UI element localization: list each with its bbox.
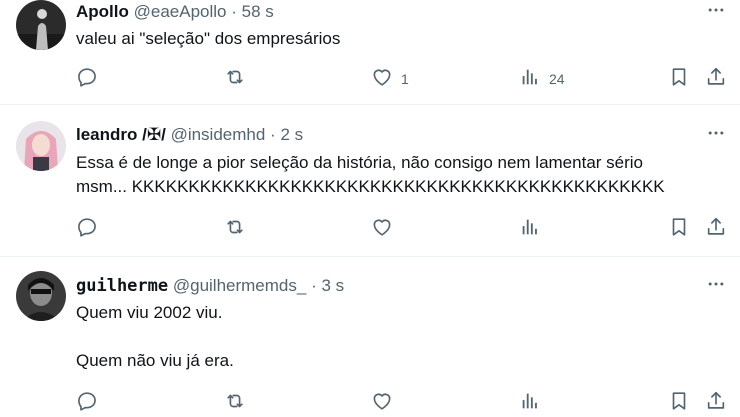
bookmark-button[interactable] (668, 391, 690, 415)
like-button[interactable]: 1 (371, 67, 409, 91)
user-handle[interactable]: @guilhermemds_ (173, 276, 306, 295)
user-name[interactable]: leandro /✠/ (76, 125, 166, 144)
bookmark-icon (668, 390, 690, 417)
reply-icon (76, 390, 98, 417)
retweet-button[interactable] (224, 217, 246, 241)
avatar[interactable] (16, 121, 66, 171)
tweet[interactable]: guilherme @guilhermemds_ · 3 s Quem viu … (0, 257, 740, 416)
user-handle[interactable]: @eaeApollo (134, 2, 227, 21)
reply-icon (76, 216, 98, 243)
separator: · (270, 125, 276, 144)
share-icon (705, 216, 727, 243)
tweet-text: Quem viu 2002 viu. Quem não viu já era. (76, 303, 234, 370)
tweet-text: valeu ai "seleção" dos empresários (76, 29, 341, 48)
share-icon (705, 390, 727, 417)
tweet-header: Apollo @eaeApollo · 58 s (76, 2, 274, 22)
action-bar: 1 24 (76, 67, 736, 91)
views-icon (519, 66, 541, 93)
separator: · (311, 276, 317, 295)
share-button[interactable] (705, 391, 727, 415)
action-bar (76, 217, 736, 241)
timestamp[interactable]: 2 s (280, 125, 303, 144)
more-icon[interactable] (704, 274, 728, 294)
like-button[interactable] (371, 391, 401, 415)
views-button[interactable] (519, 391, 549, 415)
tweet[interactable]: leandro /✠/ @insidemhd · 2 s Essa é de l… (0, 105, 740, 257)
reply-button[interactable] (76, 217, 98, 241)
views-count: 24 (549, 71, 565, 87)
like-icon (371, 66, 393, 93)
avatar[interactable] (16, 271, 66, 321)
share-icon (705, 66, 727, 93)
views-button[interactable] (519, 217, 549, 241)
separator: · (231, 2, 237, 21)
retweet-icon (224, 66, 246, 93)
tweet-header: leandro /✠/ @insidemhd · 2 s (76, 125, 303, 145)
user-handle[interactable]: @insidemhd (171, 125, 266, 144)
share-button[interactable] (705, 217, 727, 241)
user-name[interactable]: Apollo (76, 2, 129, 21)
tweet-header: guilherme @guilhermemds_ · 3 s (76, 276, 344, 296)
reply-button[interactable] (76, 391, 98, 415)
tweet-text: Essa é de longe a pior seleção da histór… (76, 153, 665, 196)
views-icon (519, 216, 541, 243)
like-button[interactable] (371, 217, 401, 241)
retweet-button[interactable] (224, 67, 246, 91)
bookmark-icon (668, 66, 690, 93)
more-icon[interactable] (704, 123, 728, 143)
reply-button[interactable] (76, 67, 98, 91)
retweet-button[interactable] (224, 391, 246, 415)
like-icon (371, 216, 393, 243)
share-button[interactable] (705, 67, 727, 91)
avatar[interactable] (16, 0, 66, 50)
bookmark-icon (668, 216, 690, 243)
retweet-icon (224, 390, 246, 417)
like-count: 1 (401, 71, 409, 87)
user-name[interactable]: guilherme (76, 276, 168, 296)
retweet-icon (224, 216, 246, 243)
bookmark-button[interactable] (668, 67, 690, 91)
timestamp[interactable]: 3 s (321, 276, 344, 295)
action-bar (76, 391, 736, 415)
bookmark-button[interactable] (668, 217, 690, 241)
reply-icon (76, 66, 98, 93)
like-icon (371, 390, 393, 417)
more-icon[interactable] (704, 0, 728, 20)
tweet[interactable]: Apollo @eaeApollo · 58 s valeu ai "seleç… (0, 0, 740, 104)
views-icon (519, 390, 541, 417)
timestamp[interactable]: 58 s (242, 2, 274, 21)
views-button[interactable]: 24 (519, 67, 565, 91)
